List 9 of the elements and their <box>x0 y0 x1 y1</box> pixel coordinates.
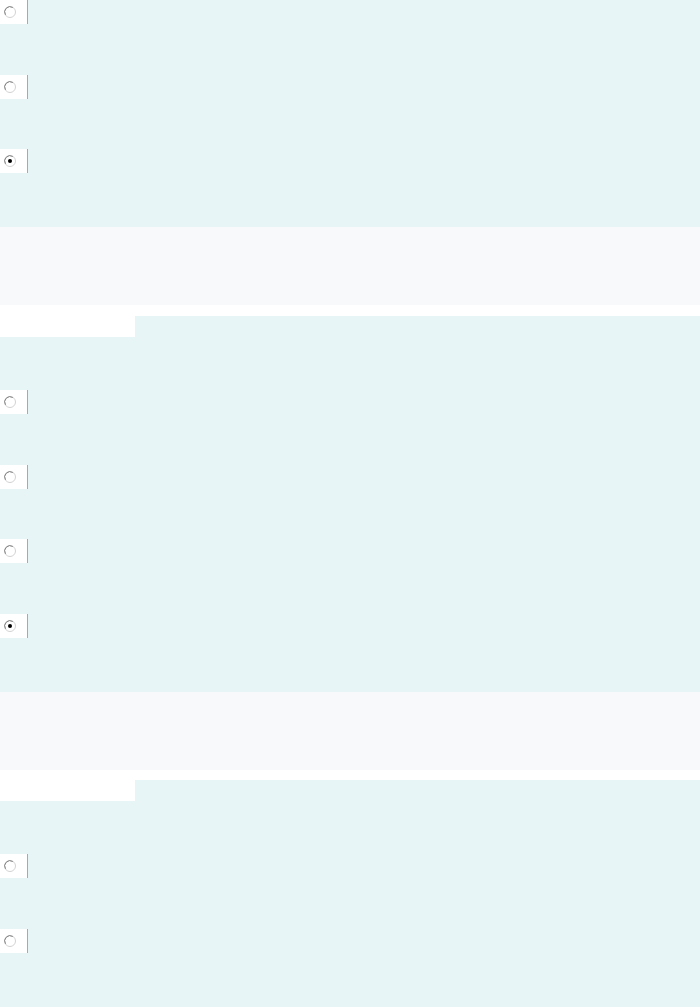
radio-button[interactable] <box>4 155 16 168</box>
radio-button[interactable] <box>4 6 16 18</box>
radio-button[interactable] <box>4 860 16 873</box>
radio-button[interactable] <box>4 395 16 408</box>
radio-button[interactable] <box>4 470 16 483</box>
radio-button[interactable] <box>4 80 16 93</box>
radio-button[interactable] <box>4 935 16 947</box>
radio-button[interactable] <box>4 619 16 632</box>
radio-button[interactable] <box>4 545 16 558</box>
